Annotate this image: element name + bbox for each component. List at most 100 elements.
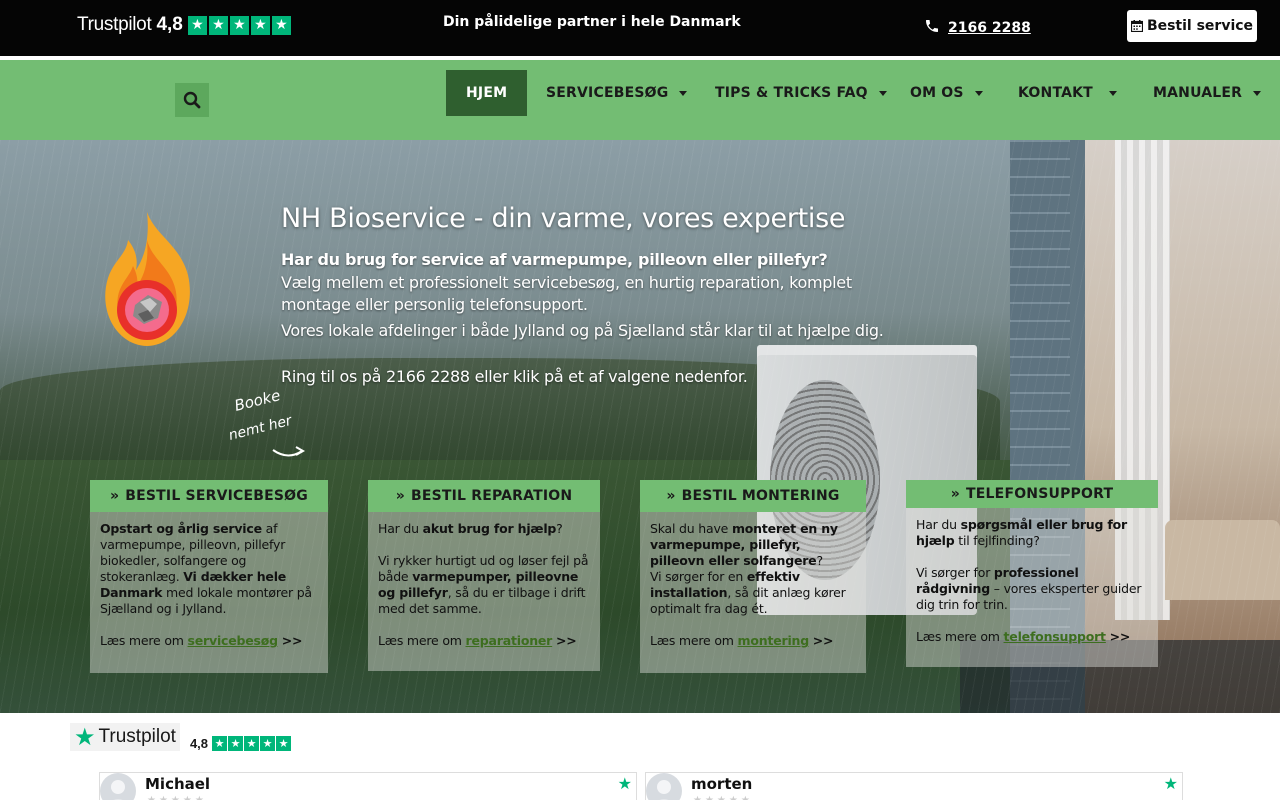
card-header[interactable]: » TELEFONSUPPORT <box>906 480 1158 508</box>
double-chevron-icon: » <box>950 486 961 502</box>
hero-title: NH Bioservice - din varme, vores experti… <box>281 203 846 234</box>
read-more-text: Læs mere om <box>916 629 1004 644</box>
arrow-text: >> <box>812 633 834 648</box>
phone-icon <box>926 20 938 32</box>
hero-subtitle: Har du brug for service af varmepumpe, p… <box>281 250 828 269</box>
hero-paragraph-call: Ring til os på 2166 2288 eller klik på e… <box>281 367 748 386</box>
reviews-section: ★ Trustpilot 4,8 ★ ★ ★ ★ ★ Michael ★★★★★… <box>0 713 1280 800</box>
phone-link[interactable]: 2166 2288 <box>924 16 1031 36</box>
arrow-text: >> <box>555 633 577 648</box>
card-header[interactable]: » BESTIL MONTERING <box>640 480 866 512</box>
nav-label: TIPS & TRICKS FAQ <box>715 85 868 101</box>
card-title: BESTIL MONTERING <box>681 488 840 504</box>
card-text: ? <box>556 521 563 536</box>
installation-card[interactable]: » BESTIL MONTERING Skal du have monteret… <box>640 480 866 673</box>
nav-item-home[interactable]: HJEM <box>446 70 528 116</box>
caret-down-icon <box>878 90 887 96</box>
star-icon: ★ <box>212 736 228 751</box>
card-text: Har du <box>378 521 423 536</box>
calendar-icon <box>1130 20 1143 32</box>
handwritten-text: nemt her <box>228 412 295 443</box>
nav-item-service-visit[interactable]: SERVICEBESØG <box>546 70 688 116</box>
read-more-link[interactable]: servicebesøg <box>188 633 279 648</box>
trustpilot-score: 4,8 <box>156 14 183 35</box>
trustpilot-score: 4,8 <box>189 736 209 751</box>
star-icon: ★ <box>271 15 291 35</box>
card-header[interactable]: » BESTIL REPARATION <box>368 480 600 512</box>
book-easily-annotation: Booke nemt her <box>228 386 306 457</box>
card-header[interactable]: » BESTIL SERVICEBESØG <box>90 480 328 512</box>
order-service-button[interactable]: Bestil service <box>1127 10 1257 42</box>
phone-support-card[interactable]: » TELEFONSUPPORT Har du spørgsmål eller … <box>906 480 1158 667</box>
card-text: ? <box>816 553 823 568</box>
search-button[interactable] <box>175 83 209 117</box>
caret-down-icon <box>679 90 688 96</box>
phone-number[interactable]: 2166 2288 <box>948 20 1031 36</box>
card-body: Har du akut brug for hjælp? Vi rykker hu… <box>368 512 600 658</box>
repair-card[interactable]: » BESTIL REPARATION Har du akut brug for… <box>368 480 600 671</box>
trustpilot-wordmark: Trustpilot <box>77 14 152 35</box>
review-card[interactable]: Michael ★★★★★ ★ <box>99 772 637 800</box>
handwritten-text: Booke <box>233 386 283 415</box>
trustpilot-star-icon: ★ <box>617 774 632 793</box>
star-icon: ★ <box>229 15 249 35</box>
hero-section: NH Bioservice - din varme, vores experti… <box>0 140 1280 713</box>
caret-down-icon <box>1108 90 1117 96</box>
nav-label: MANUALER <box>1153 85 1243 101</box>
read-more-text: Læs mere om <box>650 633 738 648</box>
star-icon: ★ <box>228 736 244 751</box>
search-icon <box>183 91 201 109</box>
card-emphasis: akut brug for hjælp <box>422 521 557 536</box>
nav-label: OM OS <box>910 85 964 101</box>
service-visit-card[interactable]: » BESTIL SERVICEBESØG Opstart og årlig s… <box>90 480 328 673</box>
caret-down-icon <box>974 90 983 96</box>
star-icon: ★ <box>250 15 270 35</box>
main-navigation: HJEM SERVICEBESØG TIPS & TRICKS FAQ OM O… <box>0 60 1280 140</box>
double-chevron-icon: » <box>666 488 676 504</box>
hero-paragraph-locations: Vores lokale afdelinger i både Jylland o… <box>281 321 884 340</box>
card-emphasis: Opstart og årlig service <box>100 521 262 536</box>
reviewer-name: morten <box>691 775 753 793</box>
card-text: Skal du have <box>650 521 732 536</box>
tagline: Din pålidelige partner i hele Danmark <box>443 14 741 30</box>
double-chevron-icon: » <box>110 488 120 504</box>
nav-label: SERVICEBESØG <box>546 85 669 101</box>
card-body: Skal du have monteret en ny varmepumpe, … <box>640 512 866 658</box>
card-title: BESTIL SERVICEBESØG <box>125 488 308 504</box>
arrow-head-icon <box>295 446 306 456</box>
read-more-text: Læs mere om <box>378 633 466 648</box>
read-more-link[interactable]: telefonsupport <box>1004 629 1107 644</box>
nav-item-contact[interactable]: KONTAKT <box>1018 70 1117 116</box>
card-text: Vi sørger for <box>916 565 994 580</box>
trustpilot-logo: ★ Trustpilot <box>70 723 180 751</box>
read-more-link[interactable]: reparationer <box>466 633 553 648</box>
trustpilot-widget[interactable]: ★ Trustpilot 4,8 ★ ★ ★ ★ ★ <box>70 723 292 751</box>
avatar <box>646 773 682 800</box>
card-text: Vi sørger for en <box>650 569 747 584</box>
review-card[interactable]: morten ★★★★★ ★ <box>645 772 1183 800</box>
star-icon: ★ <box>276 736 292 751</box>
trustpilot-stars: ★ ★ ★ ★ ★ <box>212 736 292 751</box>
trustpilot-rating[interactable]: Trustpilot 4,8 ★ ★ ★ ★ ★ <box>77 14 291 36</box>
flame-logo-icon <box>105 212 190 346</box>
nav-item-manuals[interactable]: MANUALER <box>1153 70 1262 116</box>
trustpilot-star-icon: ★ <box>1163 774 1178 793</box>
reviewer-name: Michael <box>145 775 211 793</box>
order-service-label: Bestil service <box>1146 18 1254 34</box>
hero-paragraph-options: Vælg mellem et professionelt servicebesø… <box>281 273 852 314</box>
card-text: til fejlfinding? <box>954 533 1040 548</box>
card-title: BESTIL REPARATION <box>410 488 573 504</box>
nav-item-tips-faq[interactable]: TIPS & TRICKS FAQ <box>715 70 887 116</box>
avatar <box>100 773 136 800</box>
card-body: Opstart og årlig service af varmepumpe, … <box>90 512 328 658</box>
star-icon: ★ <box>244 736 260 751</box>
trustpilot-wordmark: Trustpilot <box>98 726 176 747</box>
top-bar: Trustpilot 4,8 ★ ★ ★ ★ ★ Din pålidelige … <box>0 0 1280 56</box>
review-stars: ★★★★★ <box>693 795 753 800</box>
card-text: Har du <box>916 517 961 532</box>
read-more-link[interactable]: montering <box>738 633 810 648</box>
card-body: Har du spørgsmål eller brug for hjælp ti… <box>906 508 1158 654</box>
nav-item-about[interactable]: OM OS <box>910 70 983 116</box>
star-icon: ★ <box>260 736 276 751</box>
star-icon: ★ <box>208 15 228 35</box>
